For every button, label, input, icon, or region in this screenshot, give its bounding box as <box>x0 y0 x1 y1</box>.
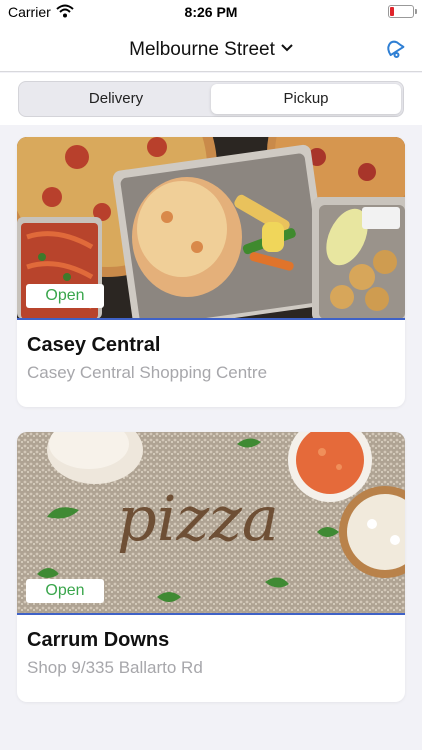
order-mode-bar: Delivery Pickup <box>0 73 422 125</box>
nav-bar: Melbourne Street <box>0 24 422 72</box>
notification-bell-icon[interactable] <box>382 36 406 65</box>
clock: 8:26 PM <box>184 4 238 20</box>
order-mode-segmented-control: Delivery Pickup <box>18 81 404 117</box>
store-name: Carrum Downs <box>27 629 170 651</box>
store-name: Casey Central <box>27 334 161 356</box>
store-card-casey-central[interactable]: Open Casey Central Casey Central Shoppin… <box>17 137 405 407</box>
tab-pickup[interactable]: Pickup <box>211 84 401 114</box>
chevron-down-icon <box>281 36 293 58</box>
store-card-carrum-downs[interactable]: pizza Open Carrum Downs Shop 9/335 Balla… <box>17 432 405 702</box>
status-badge: Open <box>26 284 104 308</box>
store-address: Shop 9/335 Ballarto Rd <box>27 658 203 677</box>
tab-delivery[interactable]: Delivery <box>21 84 211 114</box>
pizza-flour-lettering: pizza <box>117 482 279 555</box>
battery-icon <box>388 5 417 18</box>
status-badge: Open <box>26 579 104 603</box>
location-selector[interactable]: Melbourne Street <box>0 36 422 61</box>
location-label: Melbourne Street <box>129 39 275 60</box>
store-address: Casey Central Shopping Centre <box>27 363 268 382</box>
card-divider <box>17 613 405 615</box>
card-divider <box>17 318 405 320</box>
status-bar: Carrier 8:26 PM <box>0 0 422 24</box>
